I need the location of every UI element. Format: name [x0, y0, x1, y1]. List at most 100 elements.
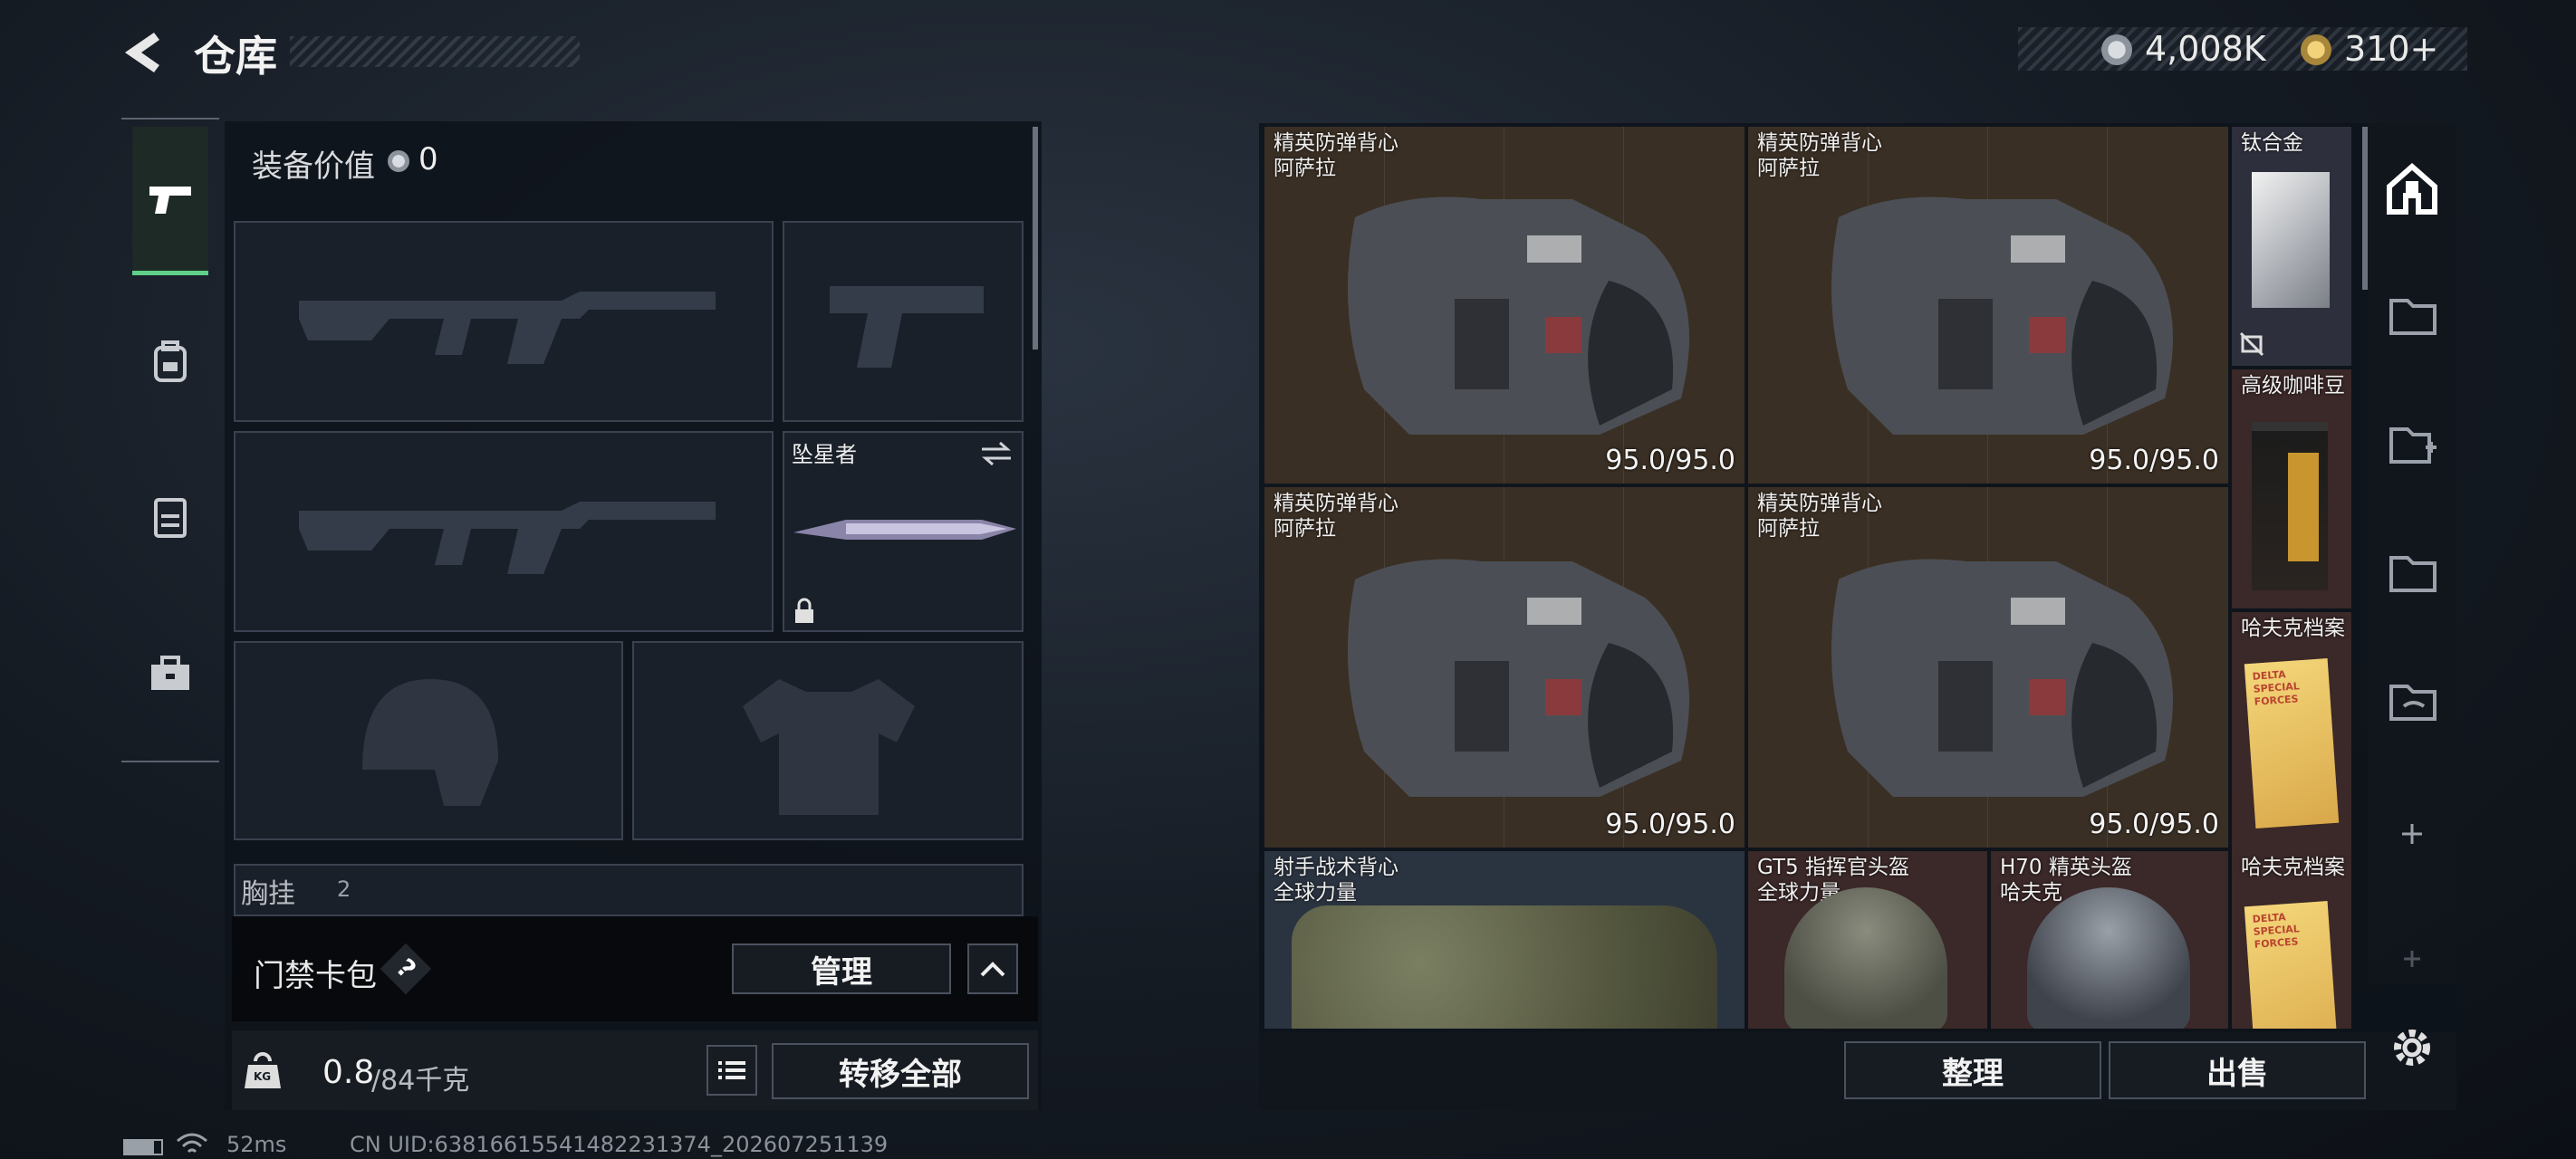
stash-item-coffee[interactable]: 高级咖啡豆 [2232, 369, 2351, 608]
titanium-ingot-image [2252, 172, 2330, 308]
secondary-weapon-slot[interactable] [234, 431, 774, 632]
item-brand: 全球力量 [1274, 881, 1357, 905]
add-stash-page-button-disabled [2373, 929, 2451, 992]
plus-icon [2402, 824, 2422, 844]
armor-silhouette-icon [743, 679, 915, 815]
stash-page-2[interactable] [2373, 281, 2451, 350]
gear-icon [2394, 1030, 2430, 1066]
tab-supplies[interactable] [132, 627, 208, 726]
helmet-image [2027, 887, 2190, 1029]
folder-icon [2389, 556, 2437, 592]
coin-icon [2101, 34, 2132, 65]
battery-icon [123, 1139, 163, 1155]
file-cover-text: DELTA SPECIAL FORCES [2252, 911, 2301, 951]
pistol-icon [149, 187, 191, 214]
vest-icon [154, 498, 187, 538]
item-name: 精英防弹背心 [1274, 492, 1399, 515]
item-durability: 95.0/95.0 [2089, 809, 2219, 840]
medical-folder-icon [2389, 427, 2437, 464]
back-button[interactable] [118, 27, 172, 78]
helmet-slot[interactable] [234, 641, 623, 840]
rifle-silhouette-icon [299, 292, 716, 364]
list-icon [718, 1061, 745, 1079]
stash-item-vest-2[interactable]: 精英防弹背心 阿萨拉 95.0/95.0 [1748, 127, 2228, 484]
body-armor-vest-image [1831, 559, 2173, 797]
body-armor-slot[interactable] [632, 641, 1024, 840]
currency-coins: 4,008K [2145, 29, 2266, 69]
stash-item-vest-3[interactable]: 精英防弹背心 阿萨拉 95.0/95.0 [1264, 487, 1745, 848]
chevron-up-icon [980, 962, 1005, 977]
stash-item-titanium[interactable]: 钛合金 [2232, 127, 2351, 366]
equip-value: 0 [418, 141, 438, 177]
tab-gear[interactable] [132, 313, 208, 413]
primary-weapon-slot[interactable] [234, 221, 774, 422]
item-name: 哈夫克档案 [2241, 617, 2345, 640]
stash-item-vest-4[interactable]: 精英防弹背心 阿萨拉 95.0/95.0 [1748, 487, 2228, 848]
stash-item-gt5-helmet[interactable]: GT5 指挥官头盔 全球力量 [1748, 851, 1987, 1029]
item-name: 精英防弹背心 [1274, 131, 1399, 155]
toolbox-icon [151, 656, 189, 690]
keycard-collapse-button[interactable] [967, 943, 1018, 994]
sidearm-slot[interactable] [783, 221, 1024, 422]
wifi-icon [177, 1133, 207, 1154]
transfer-all-button[interactable]: 转移全部 [772, 1043, 1029, 1099]
list-view-button[interactable] [706, 1045, 757, 1096]
item-name: GT5 指挥官头盔 [1757, 856, 1909, 879]
document-folder-image: DELTA SPECIAL FORCES [2244, 901, 2340, 1029]
item-name: 精英防弹背心 [1757, 492, 1882, 515]
keycard-manage-button[interactable]: 管理 [732, 943, 951, 994]
backpack-icon [154, 340, 187, 382]
carry-weight-value: 0.8 [322, 1054, 375, 1091]
stash-page-5[interactable] [2373, 666, 2451, 735]
no-trade-icon [2239, 331, 2264, 357]
stash-item-marksman-vest[interactable]: 射手战术背心 全球力量 [1264, 851, 1745, 1029]
item-name: 射手战术背心 [1274, 856, 1399, 879]
file-cover-text: DELTA SPECIAL FORCES [2252, 668, 2301, 708]
settings-button[interactable] [2386, 1021, 2438, 1074]
stash-item-vest-1[interactable]: 精英防弹背心 阿萨拉 95.0/95.0 [1264, 127, 1745, 484]
title-stripe-decoration [290, 36, 580, 67]
uid-text: CN UID:63816615541482231374_202607251139 [350, 1132, 889, 1157]
stash-page-all[interactable] [2373, 150, 2451, 228]
weight-icon: KG [245, 1050, 281, 1090]
chest-rig-slot[interactable]: 胸挂 2 [234, 864, 1024, 916]
coffee-bag-image [2252, 422, 2328, 590]
body-armor-vest-image [1348, 559, 1689, 797]
body-armor-vest-image [1348, 196, 1689, 435]
item-name: H70 精英头盔 [2000, 856, 2132, 879]
item-brand: 阿萨拉 [1274, 157, 1336, 180]
item-name: 高级咖啡豆 [2241, 374, 2345, 398]
stash-item-haavk-file-1[interactable]: 哈夫克档案 DELTA SPECIAL FORCES [2232, 612, 2351, 851]
currency-premium[interactable]: 310+ [2344, 29, 2438, 69]
hand-folder-icon [2389, 685, 2437, 721]
item-name: 哈夫克档案 [2241, 856, 2345, 879]
tab-weapons[interactable] [132, 127, 208, 275]
add-stash-page-button[interactable] [2373, 797, 2451, 869]
melee-slot[interactable]: 坠星者 [783, 431, 1024, 632]
item-brand: 阿萨拉 [1274, 517, 1336, 541]
item-name: 钛合金 [2241, 131, 2303, 155]
item-durability: 95.0/95.0 [2089, 445, 2219, 476]
item-name: 精英防弹背心 [1757, 131, 1882, 155]
swap-arrows-icon[interactable] [980, 440, 1013, 467]
stash-item-haavk-file-2[interactable]: 哈夫克档案 DELTA SPECIAL FORCES [2232, 851, 2351, 1029]
tactical-vest-image [1292, 905, 1717, 1029]
gold-coin-icon [2301, 34, 2331, 65]
weight-unit-icon-text: KG [254, 1070, 272, 1083]
document-folder-image: DELTA SPECIAL FORCES [2244, 658, 2340, 829]
lock-icon [795, 598, 813, 623]
item-brand: 阿萨拉 [1757, 517, 1820, 541]
equipment-scrollbar[interactable] [1033, 127, 1038, 350]
body-armor-vest-image [1831, 196, 2173, 435]
stash-page-3[interactable] [2373, 409, 2451, 478]
tab-vest[interactable] [132, 469, 208, 569]
helmet-silhouette-icon [362, 679, 498, 806]
folder-icon [2389, 299, 2437, 335]
chest-rig-count: 2 [337, 876, 351, 902]
sort-button[interactable]: 整理 [1844, 1041, 2101, 1099]
value-coin-icon [388, 150, 409, 172]
sell-button[interactable]: 出售 [2109, 1041, 2366, 1099]
stash-item-h70-helmet[interactable]: H70 精英头盔 哈夫克 [1991, 851, 2228, 1029]
page-title: 仓库 [194, 32, 277, 81]
stash-page-4[interactable] [2373, 538, 2451, 607]
